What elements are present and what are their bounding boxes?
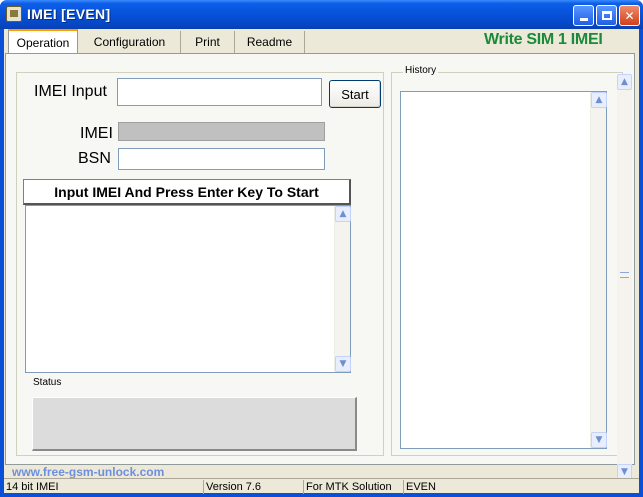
app-icon [6,6,22,22]
minimize-icon [579,18,588,21]
history-group: ▲ ▼ [391,72,623,456]
statusbar-solution: For MTK Solution [304,480,404,494]
maximize-icon [601,11,612,20]
status-panel [32,397,357,451]
close-icon: ✕ [624,8,635,23]
operation-page: IMEI Input Start IMEI BSN Input IMEI And… [5,53,635,480]
prompt-banner: Input IMEI And Press Enter Key To Start [23,179,351,205]
statusbar-version: Version 7.6 [204,480,304,494]
close-button[interactable]: ✕ [619,5,640,26]
bsn-label: BSN [78,150,111,167]
scroll-down-icon[interactable]: ▼ [591,432,607,448]
imei-input-field[interactable] [117,78,322,106]
status-label: Status [33,377,62,388]
tab-operation[interactable]: Operation [8,29,78,54]
status-bar: 14 bit IMEI Version 7.6 For MTK Solution… [4,478,639,494]
log-textarea[interactable]: ▲ ▼ [25,205,351,373]
tab-print[interactable]: Print [181,31,235,53]
scroll-up-icon[interactable]: ▲ [591,92,607,108]
tab-configuration[interactable]: Configuration [79,31,181,53]
start-button[interactable]: Start [329,80,381,108]
page-scrollbar[interactable]: ▲ ▼ [617,74,632,480]
history-textarea[interactable]: ▲ ▼ [400,91,607,449]
minimize-button[interactable] [573,5,594,26]
statusbar-flag: EVEN [406,481,436,493]
scroll-grip-icon[interactable] [620,272,629,278]
scroll-down-icon[interactable]: ▼ [335,356,351,372]
tab-readme[interactable]: Readme [235,31,305,53]
window-title: IMEI [EVEN] [27,6,111,22]
maximize-button[interactable] [596,5,617,26]
bsn-field[interactable] [118,148,325,170]
client-area: Operation Configuration Print Readme Wri… [4,29,639,494]
imei-field [118,122,325,141]
scroll-up-icon[interactable]: ▲ [617,74,632,90]
title-bar[interactable]: IMEI [EVEN] ✕ [0,0,643,29]
imei-label: IMEI [80,125,113,142]
history-title: History [403,65,439,76]
scroll-up-icon[interactable]: ▲ [335,206,351,222]
tab-strip: Operation Configuration Print Readme [6,29,306,54]
imei-input-label: IMEI Input [34,83,107,100]
log-scrollbar[interactable]: ▲ ▼ [334,206,351,372]
mode-label: Write SIM 1 IMEI [484,31,603,48]
statusbar-imei-mode: 14 bit IMEI [4,480,204,494]
history-scrollbar[interactable]: ▲ ▼ [590,92,607,448]
app-window: IMEI [EVEN] ✕ Operation Configuration Pr… [0,0,643,497]
footer-link[interactable]: www.free-gsm-unlock.com [12,465,164,479]
operation-group: IMEI Input Start IMEI BSN Input IMEI And… [16,72,384,456]
